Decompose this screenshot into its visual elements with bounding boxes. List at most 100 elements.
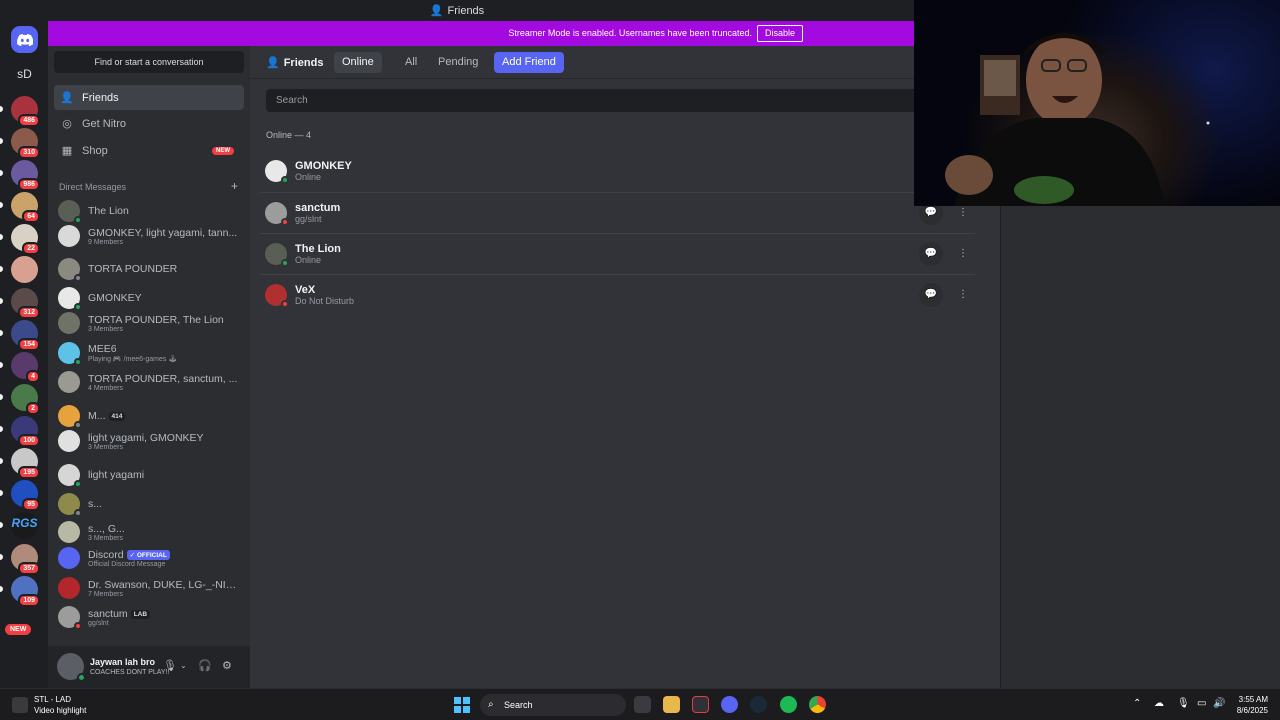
dm-subtext: 3 Members — [88, 325, 124, 333]
dm-item[interactable]: s..., G... 3 Members — [54, 519, 244, 545]
friends-icon: 👤 — [266, 57, 280, 69]
message-icon[interactable]: 💬 — [919, 242, 943, 266]
friends-heading: 👤 Friends — [266, 56, 323, 69]
friends-icon: 👤 — [429, 5, 444, 17]
dm-item[interactable]: MEE6 Playing 🎮 /mee6-games 🕹 — [54, 340, 244, 366]
system-clock[interactable]: 3:55 AM 8/6/2025 — [1237, 694, 1268, 716]
dm-item[interactable]: TORTA POUNDER, sanctum, ... 4 Members — [54, 369, 244, 395]
webcam-person-image — [945, 32, 1210, 206]
search-icon: ⌕ — [488, 699, 494, 710]
server-rail: sD 486 310 986 64 22 312 154 4 2 100 195 95 357 109 RG… — [0, 21, 48, 688]
dm-avatar — [58, 606, 82, 630]
friend-row[interactable]: VeX Do Not Disturb 💬 ⋮ — [260, 274, 975, 315]
find-conversation-button[interactable]: Find or start a conversation — [54, 51, 244, 73]
discord-taskbar-icon[interactable] — [721, 696, 738, 713]
clock-time: 3:55 AM — [1238, 695, 1268, 704]
windows-taskbar: STL - LAD Video highlight ⌕ Search ⌃ ☁ 🎙 … — [0, 688, 1280, 720]
user-settings-gear-icon[interactable]: ⚙ — [222, 659, 232, 672]
spotify-icon[interactable] — [780, 696, 797, 713]
server-icon[interactable]: 310 — [11, 128, 40, 159]
direct-messages-header: Direct Messages — [59, 182, 127, 192]
dm-item[interactable]: light yagami — [54, 462, 244, 488]
dm-item[interactable]: Discord ✓ OFFICIAL Official Discord Messag… — [54, 545, 244, 571]
server-icon[interactable]: 109 — [11, 576, 40, 607]
mention-badge: 310 — [18, 146, 40, 159]
streamer-mode-message: Streamer Mode is enabled. Usernames have… — [508, 28, 752, 38]
tray-overflow-chevron-icon[interactable]: ⌃ — [1133, 698, 1141, 709]
dm-item[interactable]: light yagami, GMONKEY 3 Members — [54, 428, 244, 454]
dm-item[interactable]: GMONKEY, light yagami, tann... 9 Members — [54, 223, 244, 249]
dm-subtext: 7 Members — [88, 590, 124, 598]
disable-streamer-mode-button[interactable]: Disable — [756, 25, 803, 42]
dm-name: GMONKEY — [88, 292, 142, 304]
friends-main: 👤 Friends Online All Pending Add Friend S… — [250, 46, 1000, 688]
dm-name: s... — [88, 498, 103, 510]
server-sd[interactable]: sD — [11, 61, 38, 88]
server-icon[interactable]: 312 — [11, 288, 40, 319]
more-options-icon[interactable]: ⋮ — [951, 283, 975, 307]
news-subtitle: Video highlight — [34, 706, 87, 715]
dm-item[interactable]: The Lion — [54, 198, 244, 224]
create-dm-plus-icon[interactable]: + — [231, 179, 238, 193]
server-icon[interactable]: 986 — [11, 160, 40, 191]
friend-row[interactable]: GMONKEY Online — [260, 150, 975, 191]
server-icon[interactable]: 357 — [11, 544, 40, 575]
dnd-status-dot — [281, 300, 289, 308]
dm-item[interactable]: Dr. Swanson, DUKE, LG-_-NIC... 7 Members — [54, 575, 244, 601]
user-panel: Jaywan lah bro COACHES DONT PLAY!! 🎙 ⌄ 🎧… — [48, 646, 250, 688]
network-icon[interactable]: ▭ — [1197, 698, 1206, 709]
server-icon[interactable]: 154 — [11, 320, 40, 351]
microphone-icon[interactable]: 🎙 — [163, 659, 177, 672]
dm-subtext: 3 Members — [88, 443, 124, 451]
add-friend-button[interactable]: Add Friend — [494, 52, 564, 73]
obs-icon[interactable] — [692, 696, 709, 713]
message-icon[interactable]: 💬 — [919, 283, 943, 307]
onedrive-cloud-icon[interactable]: ☁ — [1154, 698, 1164, 709]
widget-news[interactable]: STL - LAD Video highlight — [12, 695, 86, 715]
dm-subtext: 3 Members — [88, 534, 124, 542]
user-avatar[interactable] — [57, 653, 86, 682]
dm-item[interactable]: TORTA POUNDER, The Lion 3 Members — [54, 310, 244, 336]
window-title-text: Friends — [447, 5, 485, 17]
server-icon[interactable]: 22 — [11, 224, 40, 255]
dm-item[interactable]: TORTA POUNDER — [54, 256, 244, 282]
mic-options-chevron-icon[interactable]: ⌄ — [180, 661, 187, 670]
nav-get-nitro[interactable]: ◎ Get Nitro — [54, 111, 244, 136]
dm-item[interactable]: s... — [54, 491, 244, 517]
tab-pending[interactable]: Pending — [430, 52, 486, 73]
windows-start-icon[interactable] — [454, 697, 470, 713]
server-icon[interactable]: 195 — [11, 448, 40, 479]
server-rgs[interactable]: RGS — [11, 510, 38, 537]
online-status-dot — [281, 175, 289, 184]
tab-online[interactable]: Online — [334, 52, 382, 73]
server-icon[interactable]: 64 — [11, 192, 40, 223]
dm-item[interactable]: M... 414 — [54, 403, 244, 429]
mention-badge: 195 — [18, 466, 40, 479]
discord-home-button[interactable] — [11, 26, 38, 53]
chrome-icon[interactable] — [809, 696, 826, 713]
tab-all[interactable]: All — [397, 52, 425, 73]
nav-friends-label: Friends — [82, 91, 119, 104]
dm-item[interactable]: GMONKEY — [54, 285, 244, 311]
friends-search-input[interactable]: Search — [266, 89, 1000, 112]
microphone-tray-icon[interactable]: 🎙 — [1177, 698, 1190, 709]
more-options-icon[interactable]: ⋮ — [951, 242, 975, 266]
headphones-icon[interactable]: 🎧 — [198, 659, 212, 672]
dm-item[interactable]: sanctum LAB gg/slnt — [54, 604, 244, 630]
friend-row[interactable]: sanctum gg/slnt 💬 ⋮ — [260, 192, 975, 233]
nav-shop[interactable]: ▦ Shop NEW — [54, 138, 244, 163]
steam-icon[interactable] — [750, 696, 767, 713]
volume-icon[interactable]: 🔊 — [1213, 698, 1225, 709]
server-icon[interactable] — [11, 256, 38, 283]
taskbar-search[interactable]: ⌕ Search — [480, 694, 626, 716]
server-icon[interactable]: 95 — [11, 480, 40, 511]
server-icon[interactable]: 100 — [11, 416, 40, 447]
nav-friends[interactable]: 👤 Friends — [54, 85, 244, 110]
file-explorer-icon[interactable] — [663, 696, 680, 713]
friend-row[interactable]: The Lion Online 💬 ⋮ — [260, 233, 975, 274]
server-icon[interactable]: 4 — [11, 352, 40, 383]
server-icon[interactable]: 2 — [11, 384, 40, 415]
task-view-icon[interactable] — [634, 696, 651, 713]
new-servers-pill[interactable]: NEW — [5, 624, 32, 635]
server-icon[interactable]: 486 — [11, 96, 40, 127]
